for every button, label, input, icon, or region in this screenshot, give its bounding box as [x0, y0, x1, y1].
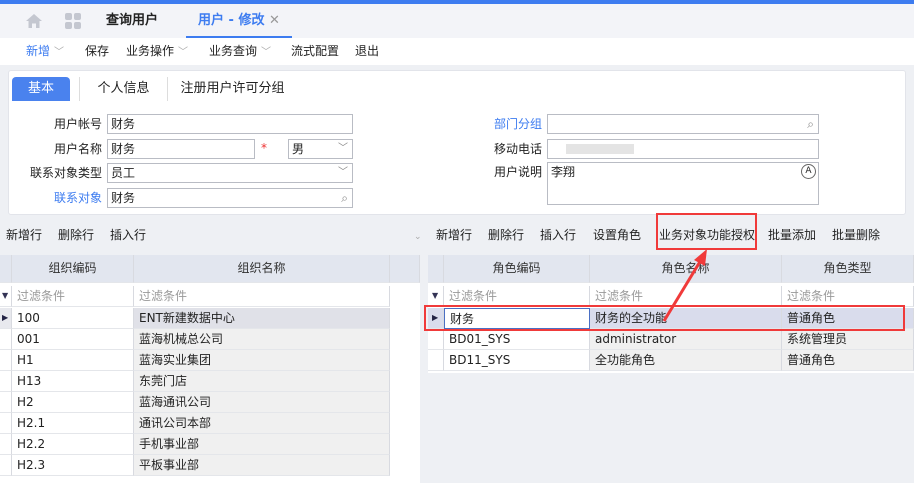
annotation-arrow-icon: [662, 249, 707, 322]
